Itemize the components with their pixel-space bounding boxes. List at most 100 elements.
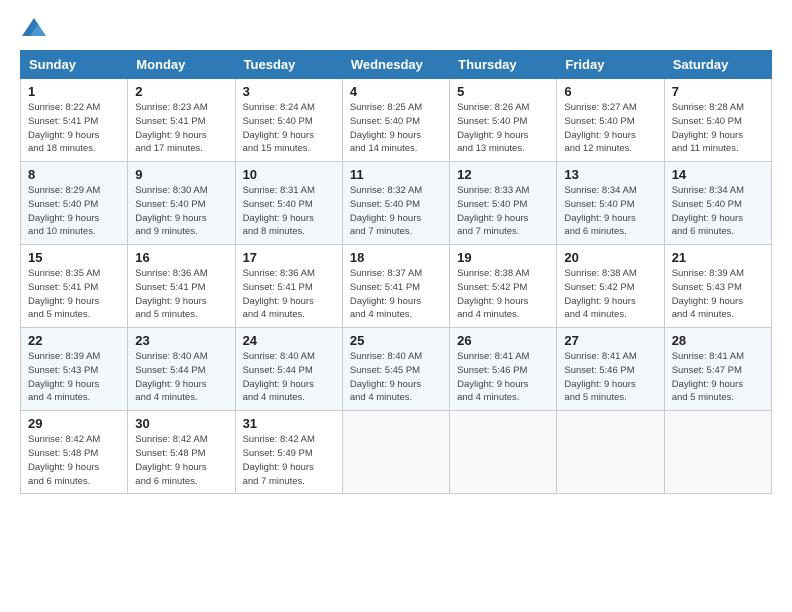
day-cell: 15 Sunrise: 8:35 AM Sunset: 5:41 PM Dayl… — [21, 245, 128, 328]
page-header — [20, 16, 772, 40]
day-cell: 18 Sunrise: 8:37 AM Sunset: 5:41 PM Dayl… — [342, 245, 449, 328]
day-number: 27 — [564, 333, 656, 348]
day-number: 31 — [243, 416, 335, 431]
day-cell: 31 Sunrise: 8:42 AM Sunset: 5:49 PM Dayl… — [235, 411, 342, 494]
day-detail: Sunrise: 8:36 AM Sunset: 5:41 PM Dayligh… — [243, 267, 335, 322]
day-number: 2 — [135, 84, 227, 99]
day-detail: Sunrise: 8:36 AM Sunset: 5:41 PM Dayligh… — [135, 267, 227, 322]
day-cell: 11 Sunrise: 8:32 AM Sunset: 5:40 PM Dayl… — [342, 162, 449, 245]
header-friday: Friday — [557, 51, 664, 79]
day-number: 3 — [243, 84, 335, 99]
day-detail: Sunrise: 8:40 AM Sunset: 5:44 PM Dayligh… — [243, 350, 335, 405]
day-number: 23 — [135, 333, 227, 348]
day-cell: 30 Sunrise: 8:42 AM Sunset: 5:48 PM Dayl… — [128, 411, 235, 494]
day-number: 6 — [564, 84, 656, 99]
day-cell: 6 Sunrise: 8:27 AM Sunset: 5:40 PM Dayli… — [557, 79, 664, 162]
week-row-1: 1 Sunrise: 8:22 AM Sunset: 5:41 PM Dayli… — [21, 79, 772, 162]
day-detail: Sunrise: 8:32 AM Sunset: 5:40 PM Dayligh… — [350, 184, 442, 239]
logo-icon — [20, 16, 48, 40]
day-cell — [342, 411, 449, 494]
day-detail: Sunrise: 8:26 AM Sunset: 5:40 PM Dayligh… — [457, 101, 549, 156]
day-cell — [557, 411, 664, 494]
day-cell: 17 Sunrise: 8:36 AM Sunset: 5:41 PM Dayl… — [235, 245, 342, 328]
day-number: 30 — [135, 416, 227, 431]
header-monday: Monday — [128, 51, 235, 79]
day-detail: Sunrise: 8:38 AM Sunset: 5:42 PM Dayligh… — [457, 267, 549, 322]
day-number: 28 — [672, 333, 764, 348]
day-cell: 16 Sunrise: 8:36 AM Sunset: 5:41 PM Dayl… — [128, 245, 235, 328]
day-number: 1 — [28, 84, 120, 99]
day-cell: 23 Sunrise: 8:40 AM Sunset: 5:44 PM Dayl… — [128, 328, 235, 411]
day-number: 15 — [28, 250, 120, 265]
week-row-3: 15 Sunrise: 8:35 AM Sunset: 5:41 PM Dayl… — [21, 245, 772, 328]
day-number: 17 — [243, 250, 335, 265]
day-detail: Sunrise: 8:38 AM Sunset: 5:42 PM Dayligh… — [564, 267, 656, 322]
day-detail: Sunrise: 8:41 AM Sunset: 5:46 PM Dayligh… — [564, 350, 656, 405]
day-cell: 12 Sunrise: 8:33 AM Sunset: 5:40 PM Dayl… — [450, 162, 557, 245]
week-row-5: 29 Sunrise: 8:42 AM Sunset: 5:48 PM Dayl… — [21, 411, 772, 494]
calendar-header: SundayMondayTuesdayWednesdayThursdayFrid… — [21, 51, 772, 79]
day-number: 18 — [350, 250, 442, 265]
day-cell: 25 Sunrise: 8:40 AM Sunset: 5:45 PM Dayl… — [342, 328, 449, 411]
day-detail: Sunrise: 8:25 AM Sunset: 5:40 PM Dayligh… — [350, 101, 442, 156]
day-detail: Sunrise: 8:31 AM Sunset: 5:40 PM Dayligh… — [243, 184, 335, 239]
logo — [20, 16, 52, 40]
day-detail: Sunrise: 8:35 AM Sunset: 5:41 PM Dayligh… — [28, 267, 120, 322]
day-number: 16 — [135, 250, 227, 265]
day-cell: 13 Sunrise: 8:34 AM Sunset: 5:40 PM Dayl… — [557, 162, 664, 245]
day-number: 22 — [28, 333, 120, 348]
day-detail: Sunrise: 8:40 AM Sunset: 5:45 PM Dayligh… — [350, 350, 442, 405]
day-detail: Sunrise: 8:42 AM Sunset: 5:48 PM Dayligh… — [28, 433, 120, 488]
calendar-table: SundayMondayTuesdayWednesdayThursdayFrid… — [20, 50, 772, 494]
day-number: 11 — [350, 167, 442, 182]
day-cell: 20 Sunrise: 8:38 AM Sunset: 5:42 PM Dayl… — [557, 245, 664, 328]
day-detail: Sunrise: 8:29 AM Sunset: 5:40 PM Dayligh… — [28, 184, 120, 239]
header-thursday: Thursday — [450, 51, 557, 79]
day-detail: Sunrise: 8:23 AM Sunset: 5:41 PM Dayligh… — [135, 101, 227, 156]
day-detail: Sunrise: 8:40 AM Sunset: 5:44 PM Dayligh… — [135, 350, 227, 405]
day-number: 29 — [28, 416, 120, 431]
day-cell: 21 Sunrise: 8:39 AM Sunset: 5:43 PM Dayl… — [664, 245, 771, 328]
day-cell: 2 Sunrise: 8:23 AM Sunset: 5:41 PM Dayli… — [128, 79, 235, 162]
day-cell: 1 Sunrise: 8:22 AM Sunset: 5:41 PM Dayli… — [21, 79, 128, 162]
day-cell: 29 Sunrise: 8:42 AM Sunset: 5:48 PM Dayl… — [21, 411, 128, 494]
day-cell: 28 Sunrise: 8:41 AM Sunset: 5:47 PM Dayl… — [664, 328, 771, 411]
day-cell: 5 Sunrise: 8:26 AM Sunset: 5:40 PM Dayli… — [450, 79, 557, 162]
day-number: 8 — [28, 167, 120, 182]
day-detail: Sunrise: 8:42 AM Sunset: 5:48 PM Dayligh… — [135, 433, 227, 488]
day-detail: Sunrise: 8:34 AM Sunset: 5:40 PM Dayligh… — [564, 184, 656, 239]
week-row-2: 8 Sunrise: 8:29 AM Sunset: 5:40 PM Dayli… — [21, 162, 772, 245]
day-number: 19 — [457, 250, 549, 265]
day-detail: Sunrise: 8:27 AM Sunset: 5:40 PM Dayligh… — [564, 101, 656, 156]
day-detail: Sunrise: 8:41 AM Sunset: 5:46 PM Dayligh… — [457, 350, 549, 405]
day-cell: 24 Sunrise: 8:40 AM Sunset: 5:44 PM Dayl… — [235, 328, 342, 411]
day-cell: 19 Sunrise: 8:38 AM Sunset: 5:42 PM Dayl… — [450, 245, 557, 328]
day-number: 10 — [243, 167, 335, 182]
day-number: 21 — [672, 250, 764, 265]
header-row: SundayMondayTuesdayWednesdayThursdayFrid… — [21, 51, 772, 79]
day-cell: 26 Sunrise: 8:41 AM Sunset: 5:46 PM Dayl… — [450, 328, 557, 411]
day-number: 26 — [457, 333, 549, 348]
day-cell — [450, 411, 557, 494]
day-number: 14 — [672, 167, 764, 182]
header-tuesday: Tuesday — [235, 51, 342, 79]
header-sunday: Sunday — [21, 51, 128, 79]
day-detail: Sunrise: 8:33 AM Sunset: 5:40 PM Dayligh… — [457, 184, 549, 239]
day-cell: 14 Sunrise: 8:34 AM Sunset: 5:40 PM Dayl… — [664, 162, 771, 245]
day-detail: Sunrise: 8:22 AM Sunset: 5:41 PM Dayligh… — [28, 101, 120, 156]
day-number: 4 — [350, 84, 442, 99]
header-wednesday: Wednesday — [342, 51, 449, 79]
day-detail: Sunrise: 8:37 AM Sunset: 5:41 PM Dayligh… — [350, 267, 442, 322]
day-detail: Sunrise: 8:39 AM Sunset: 5:43 PM Dayligh… — [672, 267, 764, 322]
day-cell: 10 Sunrise: 8:31 AM Sunset: 5:40 PM Dayl… — [235, 162, 342, 245]
day-number: 24 — [243, 333, 335, 348]
day-number: 9 — [135, 167, 227, 182]
header-saturday: Saturday — [664, 51, 771, 79]
day-cell: 9 Sunrise: 8:30 AM Sunset: 5:40 PM Dayli… — [128, 162, 235, 245]
day-cell: 8 Sunrise: 8:29 AM Sunset: 5:40 PM Dayli… — [21, 162, 128, 245]
day-detail: Sunrise: 8:24 AM Sunset: 5:40 PM Dayligh… — [243, 101, 335, 156]
day-cell: 22 Sunrise: 8:39 AM Sunset: 5:43 PM Dayl… — [21, 328, 128, 411]
day-number: 5 — [457, 84, 549, 99]
day-cell — [664, 411, 771, 494]
day-detail: Sunrise: 8:28 AM Sunset: 5:40 PM Dayligh… — [672, 101, 764, 156]
